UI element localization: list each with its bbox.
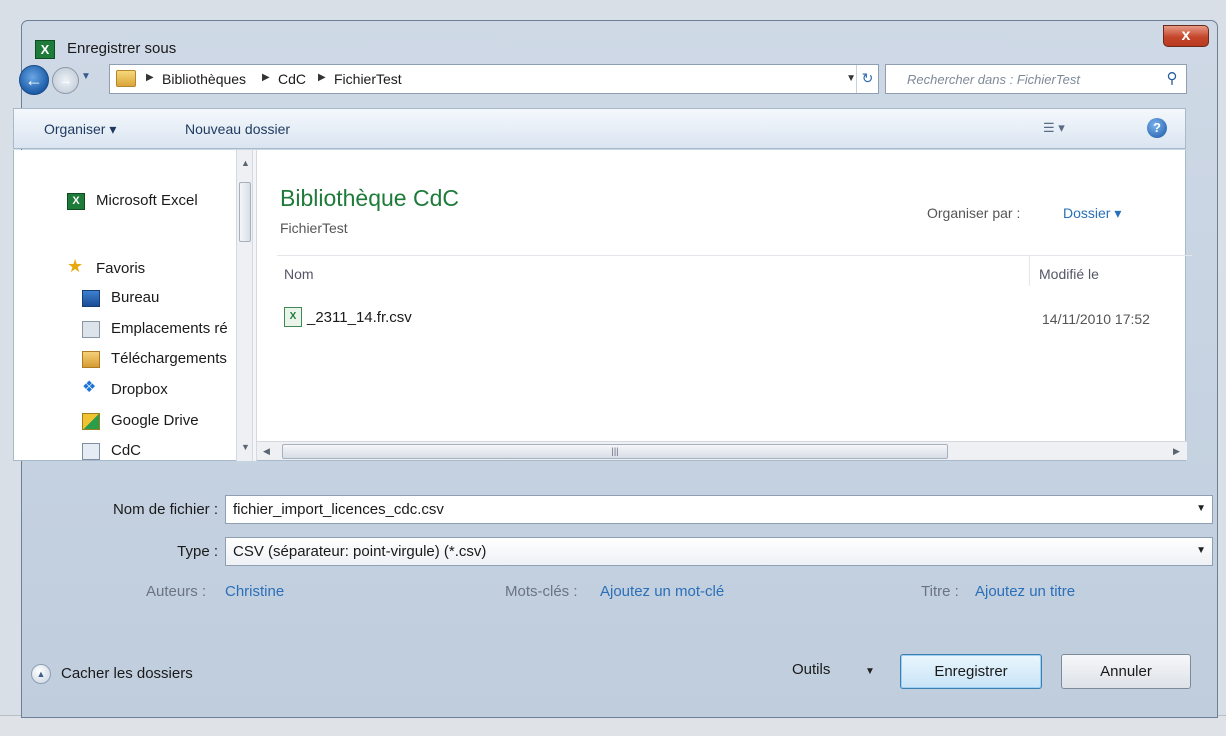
nav-item-microsoft-excel[interactable]: X Microsoft Excel <box>14 190 234 216</box>
type-value[interactable]: CSV (séparateur: point-virgule) (*.csv) <box>233 543 486 560</box>
recent-places-icon <box>82 321 100 338</box>
history-dropdown-icon[interactable]: ▼ <box>81 71 91 82</box>
nav-label: Téléchargements <box>111 350 227 367</box>
horizontal-scrollbar[interactable]: ◀ ||| ▶ <box>257 441 1187 460</box>
refresh-icon[interactable]: ↻ <box>856 65 878 93</box>
type-label: Type : <box>177 543 218 560</box>
scroll-left-icon[interactable]: ◀ <box>263 446 270 457</box>
tools-dropdown-icon[interactable]: ▼ <box>865 666 875 677</box>
cancel-button[interactable]: Annuler <box>1061 654 1191 689</box>
type-dropdown-icon[interactable]: ▼ <box>1196 545 1206 556</box>
column-header-modified[interactable]: Modifié le <box>1039 266 1099 282</box>
background-spreadsheet-strip <box>0 715 1226 736</box>
breadcrumb-cdc[interactable]: CdC <box>278 71 306 87</box>
tools-menu-button[interactable]: Outils <box>792 661 830 678</box>
breadcrumb-fichiertest[interactable]: FichierTest <box>334 71 402 87</box>
filename-input[interactable]: fichier_import_licences_cdc.csv <box>233 501 444 518</box>
nav-pane-scrollbar[interactable]: ▲ ▼ <box>236 150 252 461</box>
csv-file-icon: X <box>284 307 302 327</box>
view-options-icon[interactable]: ☰ ▾ <box>1043 120 1065 136</box>
excel-app-icon: X <box>35 40 55 59</box>
authors-label: Auteurs : <box>146 583 207 600</box>
column-divider[interactable] <box>1029 256 1030 286</box>
help-icon[interactable]: ? <box>1147 118 1167 138</box>
arrange-by-label: Organiser par : <box>927 205 1021 221</box>
desktop-icon <box>82 290 100 307</box>
nav-label: Emplacements ré <box>111 320 228 337</box>
nav-item-emplacements[interactable]: Emplacements ré <box>14 318 234 344</box>
nav-item-google-drive[interactable]: Google Drive <box>14 410 234 436</box>
title-label: Titre : <box>921 583 959 600</box>
horizontal-scroll-thumb[interactable]: ||| <box>282 444 948 459</box>
folder-icon <box>116 70 136 87</box>
dialog-title: Enregistrer sous <box>67 40 177 57</box>
nav-label: Favoris <box>96 260 146 277</box>
search-icon[interactable]: ⚲ <box>1162 69 1182 89</box>
library-title: Bibliothèque CdC <box>280 185 460 211</box>
address-dropdown-icon[interactable]: ▼ <box>846 73 856 84</box>
nav-item-bureau[interactable]: Bureau <box>14 287 234 313</box>
keywords-label: Mots-clés : <box>505 583 578 600</box>
authors-value[interactable]: Christine <box>225 583 284 600</box>
forward-arrow-icon[interactable]: → <box>52 67 79 94</box>
close-button[interactable]: x <box>1163 25 1209 47</box>
file-row[interactable]: X _2311_14.fr.csv 14/11/2010 17:52 <box>277 307 1192 331</box>
type-select[interactable]: CSV (séparateur: point-virgule) (*.csv) … <box>225 537 1213 566</box>
collapse-icon: ▲ <box>31 664 51 684</box>
scroll-up-icon[interactable]: ▲ <box>241 158 250 168</box>
breadcrumb-bibliotheques[interactable]: Bibliothèques <box>162 71 246 87</box>
excel-icon: X <box>67 193 85 210</box>
star-icon: ★ <box>67 256 84 276</box>
filename-field[interactable]: fichier_import_licences_cdc.csv ▼ <box>225 495 1213 524</box>
file-list-pane: Bibliothèque CdC FichierTest Organiser p… <box>257 150 1192 461</box>
address-bar[interactable]: ▶ Bibliothèques ▶ CdC ▶ FichierTest ▼ ↻ <box>109 64 879 94</box>
new-folder-button[interactable]: Nouveau dossier <box>185 121 290 137</box>
google-drive-icon <box>82 413 100 430</box>
organize-menu-button[interactable]: Organiser ▾ <box>44 121 116 138</box>
back-arrow-icon[interactable]: ← <box>19 65 49 95</box>
nav-item-telechargements[interactable]: Téléchargements <box>14 348 234 374</box>
nav-item-dropbox[interactable]: ❖ Dropbox <box>14 379 234 405</box>
title-value[interactable]: Ajoutez un titre <box>975 583 1075 600</box>
navigation-pane: X Microsoft Excel ★ Favoris Bureau Empla… <box>14 150 252 461</box>
nav-item-favoris[interactable]: ★ Favoris <box>14 256 234 284</box>
filename-dropdown-icon[interactable]: ▼ <box>1196 503 1206 514</box>
library-subtitle: FichierTest <box>280 220 348 236</box>
save-button[interactable]: Enregistrer <box>900 654 1042 689</box>
nav-label: Bureau <box>111 289 160 306</box>
library-icon <box>82 443 100 460</box>
breadcrumb-separator-icon[interactable]: ▶ <box>318 72 326 83</box>
dropbox-icon: ❖ <box>82 379 97 396</box>
breadcrumb-separator-icon[interactable]: ▶ <box>262 72 270 83</box>
scroll-down-icon[interactable]: ▼ <box>241 442 250 452</box>
nav-label: CdC <box>111 442 142 459</box>
nav-label: Google Drive <box>111 412 199 429</box>
search-box[interactable]: Rechercher dans : FichierTest ⚲ <box>885 64 1187 94</box>
downloads-icon <box>82 351 100 368</box>
breadcrumb-separator-icon[interactable]: ▶ <box>146 72 154 83</box>
file-name[interactable]: _2311_14.fr.csv <box>307 309 412 326</box>
search-placeholder[interactable]: Rechercher dans : FichierTest <box>907 72 1080 87</box>
command-toolbar: Organiser ▾ Nouveau dossier ☰ ▾ ? <box>13 108 1186 149</box>
column-header-name[interactable]: Nom <box>284 266 314 282</box>
column-headers: Nom Modifié le <box>277 255 1192 286</box>
keywords-value[interactable]: Ajoutez un mot-clé <box>600 583 724 600</box>
arrange-by-dropdown[interactable]: Dossier ▾ <box>1063 205 1121 222</box>
nav-item-cdc[interactable]: CdC <box>14 440 234 461</box>
hide-folders-label: Cacher les dossiers <box>61 665 193 682</box>
scroll-right-icon[interactable]: ▶ <box>1173 446 1180 457</box>
nav-scroll-thumb[interactable] <box>239 182 251 242</box>
file-modified-date: 14/11/2010 17:52 <box>1042 311 1150 327</box>
filename-label: Nom de fichier : <box>112 501 218 518</box>
browser-area: X Microsoft Excel ★ Favoris Bureau Empla… <box>13 150 1192 461</box>
nav-label: Dropbox <box>111 381 168 398</box>
nav-label: Microsoft Excel <box>96 192 198 209</box>
